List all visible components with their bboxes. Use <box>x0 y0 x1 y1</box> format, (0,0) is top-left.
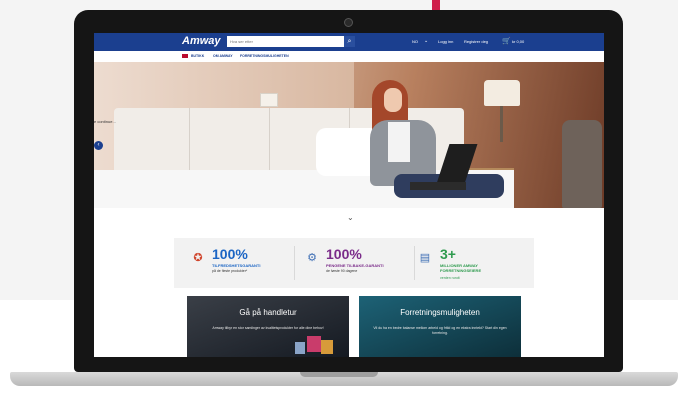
language-selector[interactable]: NO <box>412 39 418 44</box>
guarantee-label-2: PENGENE TILBAKE-GARANTI <box>326 263 384 268</box>
login-link[interactable]: Logg inn <box>438 39 453 44</box>
guarantee-label-3: MILLIONER AMWAY FORRETNINGSEIERE <box>440 263 482 273</box>
guarantee-sub-1: på de fleste produkter* <box>212 269 248 273</box>
id-card-icon: ▤ <box>419 252 431 264</box>
card-title-shopping: Gå på handletur <box>239 308 297 317</box>
card-business[interactable]: Forretningsmuligheten Vil du ha en bedre… <box>359 296 521 357</box>
headboard-seam <box>189 108 190 178</box>
person-shirt <box>388 122 410 162</box>
cart-total[interactable]: kr 0,00 <box>512 39 524 44</box>
search-input[interactable] <box>227 36 345 47</box>
hero-laptop-keyboard <box>410 182 466 190</box>
guarantee-big-2: 100% <box>326 246 362 262</box>
flag-icon <box>182 54 188 58</box>
guarantee-sub-3: verden rundt <box>440 276 460 280</box>
gear-icon: ⚙ <box>307 252 317 264</box>
register-link[interactable]: Registrer deg <box>464 39 488 44</box>
guarantee-big-1: 100% <box>212 246 248 262</box>
cart-icon[interactable]: 🛒 <box>502 37 511 45</box>
card-desc-business: Vil du ha en bedre balanse mellom arbeid… <box>373 326 507 335</box>
badge-icon: ✪ <box>193 252 203 264</box>
card-desc-shopping: Amway tilbyr en stor samlinger av kvalit… <box>212 326 324 330</box>
lamp-stem <box>500 106 503 142</box>
guarantee-band: ✪ 100% TILFREDSHETSGARANTI på de fleste … <box>174 238 534 288</box>
guarantee-big-3: 3+ <box>440 246 456 262</box>
search-icon[interactable]: ⌕ <box>344 36 355 47</box>
laptop-notch <box>300 372 378 377</box>
nav-item-forretningsmuligheten[interactable]: FORRETNINGSMULIGHETEN <box>240 54 289 58</box>
site-header: Amway ⌕ NO ⌄ Logg inn Registrer deg 🛒 kr… <box>94 33 604 51</box>
shopping-bag-icon <box>307 336 321 352</box>
divider <box>414 246 415 280</box>
amway-logo[interactable]: Amway <box>182 35 221 47</box>
laptop-screen: Amway ⌕ NO ⌄ Logg inn Registrer deg 🛒 kr… <box>94 33 604 357</box>
arrow-left-icon[interactable]: ‹ <box>94 141 103 150</box>
chevron-down-icon[interactable]: ⌄ <box>424 38 428 44</box>
card-title-business: Forretningsmuligheten <box>400 308 480 317</box>
nav-item-butikk[interactable]: BUTIKK <box>191 54 204 58</box>
card-shopping[interactable]: Gå på handletur Amway tilbyr en stor sam… <box>187 296 349 357</box>
lamp-shade <box>484 80 520 106</box>
light-switch <box>260 93 278 107</box>
nav-item-om-amway[interactable]: OM AMWAY <box>213 54 233 58</box>
hero-banner[interactable]: e conti​nue... ‹ <box>94 62 604 208</box>
chevron-down-icon[interactable]: ⌄ <box>347 213 354 222</box>
hanging-jacket <box>562 120 602 208</box>
shopping-bag-icon <box>295 342 305 354</box>
shopping-bag-icon <box>321 340 333 354</box>
person-face <box>384 88 402 112</box>
guarantee-label-1: TILFREDSHETSGARANTI <box>212 263 261 268</box>
headboard-seam <box>269 108 270 178</box>
guarantee-sub-2: de første 90 dagene <box>326 269 358 273</box>
hero-side-text: e conti​nue... <box>94 119 116 124</box>
camera-icon <box>344 18 353 27</box>
divider <box>294 246 295 280</box>
